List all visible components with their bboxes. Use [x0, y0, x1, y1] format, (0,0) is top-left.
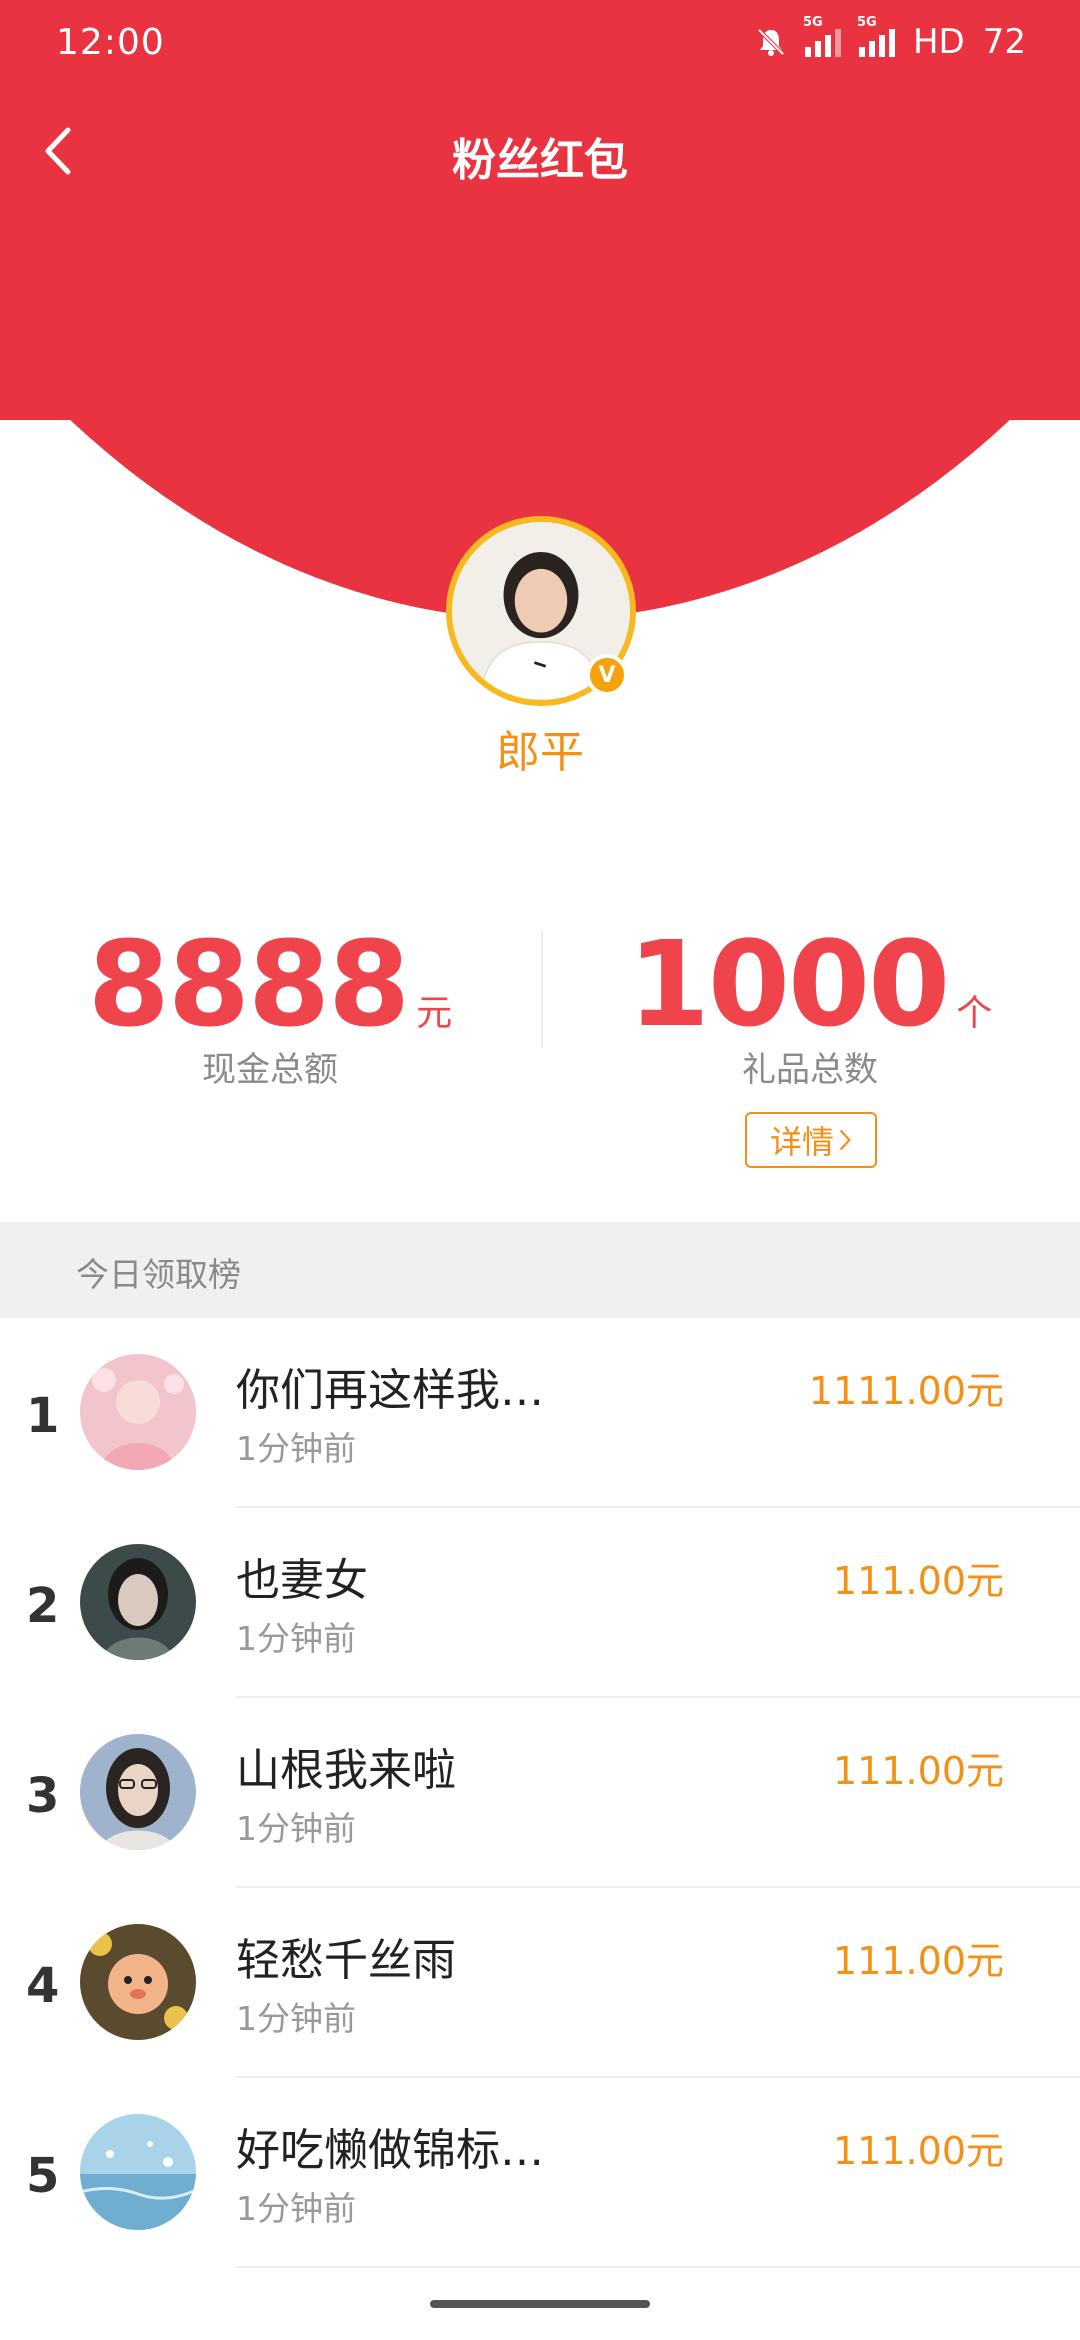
leaderboard-header: 今日领取榜: [0, 1222, 1080, 1318]
detail-button[interactable]: 详情: [745, 1112, 877, 1168]
claim-amount: 111.00元: [833, 1749, 1004, 1793]
rank-number: 3: [26, 1768, 60, 1824]
detail-button-label: 详情: [769, 1123, 834, 1161]
cash-total-unit: 元: [416, 993, 453, 1034]
user-avatar: [80, 2114, 196, 2230]
status-time: 12:00: [56, 22, 165, 63]
user-name: 也妻女: [236, 1555, 368, 1606]
row-divider: [236, 2266, 1080, 2268]
user-name: 山根我来啦: [236, 1745, 456, 1796]
gift-total-unit: 个: [956, 993, 993, 1034]
mute-bell-icon: [757, 28, 785, 56]
leaderboard-row[interactable]: 4 轻愁千丝雨 1分钟前 111.00元: [0, 1888, 1080, 2078]
claim-time: 1分钟前: [236, 2189, 356, 2228]
claim-time: 1分钟前: [236, 1429, 356, 1468]
rank-number: 1: [26, 1388, 60, 1444]
gift-total-label: 礼品总数: [742, 1049, 878, 1090]
leaderboard-title: 今日领取榜: [76, 1255, 241, 1294]
claim-amount: 111.00元: [833, 1939, 1004, 1983]
leaderboard-row[interactable]: 3 山根我来啦 1分钟前 111.00元: [0, 1698, 1080, 1888]
signal-5g-icon: 5G: [803, 15, 841, 57]
gift-total-stat: 1000 个 礼品总数: [540, 915, 1080, 1091]
verified-badge-icon: V: [586, 654, 628, 696]
rank-number: 5: [26, 2148, 60, 2204]
claim-time: 1分钟前: [236, 1999, 356, 2038]
user-avatar: [80, 1924, 196, 2040]
rank-number: 2: [26, 1578, 60, 1634]
user-name: 好吃懒做锦标…: [236, 2125, 544, 2176]
home-indicator[interactable]: [430, 2300, 650, 2308]
claim-amount: 1111.00元: [808, 1369, 1004, 1413]
cash-total-stat: 8888 元 现金总额: [0, 915, 540, 1091]
claim-amount: 111.00元: [833, 1559, 1004, 1603]
chevron-right-icon: [839, 1129, 851, 1151]
page-title: 粉丝红包: [452, 135, 628, 186]
user-avatar: [80, 1354, 196, 1470]
user-avatar: [80, 1544, 196, 1660]
leaderboard-row[interactable]: 1 你们再这样我… 1分钟前 1111.00元: [0, 1318, 1080, 1508]
leaderboard-row[interactable]: 5 好吃懒做锦标… 1分钟前 111.00元: [0, 2078, 1080, 2268]
nav-bar: 粉丝红包: [0, 110, 1080, 194]
user-name: 你们再这样我…: [236, 1365, 544, 1416]
claim-amount: 111.00元: [833, 2129, 1004, 2173]
claim-time: 1分钟前: [236, 1619, 356, 1658]
gift-total-value: 1000: [627, 915, 950, 1053]
cash-total-value: 8888: [87, 915, 410, 1053]
signal-5g-label: 5G: [856, 15, 877, 30]
user-avatar: [80, 1734, 196, 1850]
rank-number: 4: [26, 1958, 60, 2014]
user-name: 轻愁千丝雨: [236, 1935, 456, 1986]
status-icons: 5G 5G HD 72: [755, 15, 1026, 62]
cash-total-label: 现金总额: [202, 1049, 338, 1090]
hd-indicator: HD: [912, 22, 965, 62]
signal-5g-label: 5G: [802, 15, 823, 30]
host-name: 郎平: [496, 727, 584, 778]
battery-level: 72: [982, 22, 1026, 62]
status-bar: 12:00 5G 5G HD 72: [0, 0, 1080, 92]
leaderboard-row[interactable]: 2 也妻女 1分钟前 111.00元: [0, 1508, 1080, 1698]
claim-time: 1分钟前: [236, 1809, 356, 1848]
signal-5g-icon: 5G: [857, 15, 895, 57]
